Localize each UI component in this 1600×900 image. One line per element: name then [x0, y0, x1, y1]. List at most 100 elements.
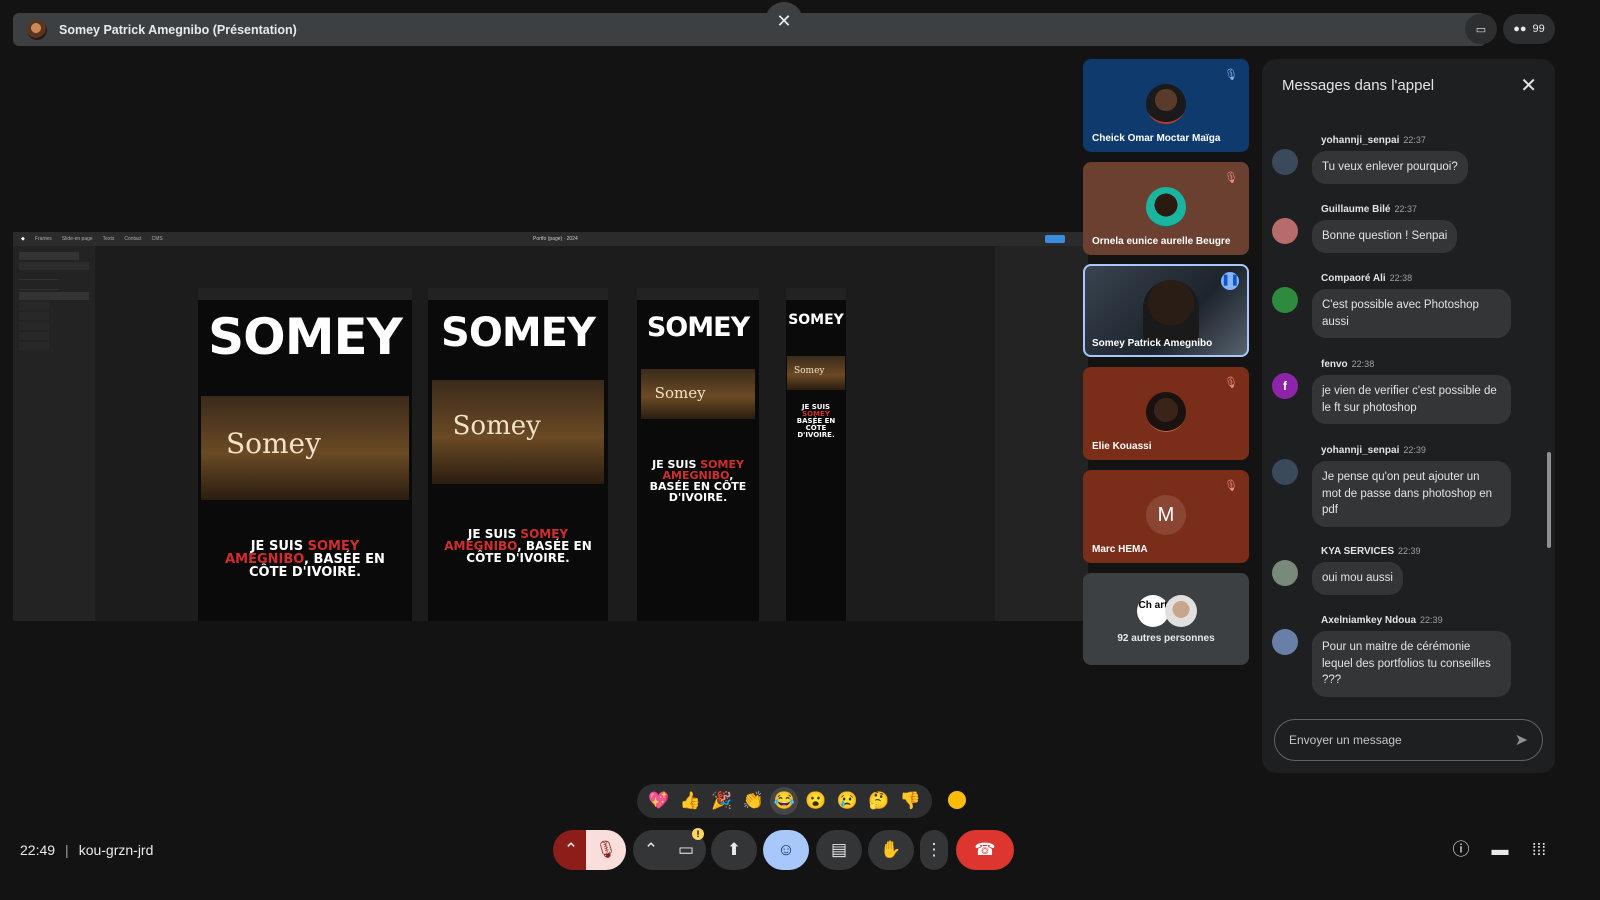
device-icon[interactable]: ▭	[1465, 14, 1497, 44]
user-avatar	[1272, 218, 1298, 244]
message-text: Je pense qu'on peut ajouter un mot de pa…	[1312, 461, 1511, 527]
raise-hand-button[interactable]: ✋	[868, 830, 914, 870]
mic-off-button[interactable]: 🎙	[586, 830, 626, 870]
leave-call-button[interactable]: ☎	[956, 830, 1014, 870]
message-time: 22:37	[1403, 135, 1426, 145]
close-icon[interactable]: ✕	[765, 2, 803, 40]
mockup-mobile-large: SOMEY Somey JE SUIS SOMEY AMEGNIBO, BASÉ…	[637, 288, 759, 621]
toolbar-item: CMS	[151, 236, 163, 242]
participant-name: Elie Kouassi	[1092, 441, 1152, 452]
participant-tile[interactable]: M 🎙 Marc HEMA	[1083, 470, 1249, 563]
mockup-hero-text: SOMEY	[208, 308, 403, 366]
participant-avatar: M	[1146, 495, 1186, 535]
message-time: 22:38	[1351, 359, 1375, 369]
mic-off-icon: 🎙	[1224, 480, 1238, 492]
user-avatar	[1272, 629, 1298, 655]
toolbar-item: Contact	[124, 236, 142, 242]
mockup-tagline: JE SUIS SOMEY BASÉE EN CÔTE D'IVOIRE.	[796, 403, 836, 439]
audio-options-chevron-icon[interactable]: ⌃	[553, 830, 589, 870]
party-reaction-icon[interactable]: 🎉	[708, 787, 736, 815]
message-time: 22:39	[1403, 445, 1426, 455]
figma-right-panel	[995, 246, 1088, 621]
presentation-bar: Somey Patrick Amegnibo (Présentation)	[13, 13, 1486, 46]
people-button[interactable]: ●● 99	[1503, 14, 1555, 44]
message-sender: yohannji_senpai	[1321, 445, 1400, 456]
sad-reaction-icon[interactable]: 😢	[833, 787, 861, 815]
laugh-reaction-icon[interactable]: 😂	[770, 787, 799, 815]
emoji-reactions-button[interactable]: ☺	[763, 830, 809, 870]
meeting-code: kou-grzn-jrd	[78, 842, 154, 858]
message-sender: yohannji_senpai	[1321, 135, 1400, 146]
heart-reaction-icon[interactable]: 💖	[645, 787, 673, 815]
message-text: Pour un maitre de cérémonie lequel des p…	[1312, 631, 1511, 697]
info-icon[interactable]: ⓘ	[1449, 838, 1473, 862]
mic-off-icon: 🎙	[1224, 69, 1238, 81]
mic-off-icon: 🎙	[1224, 172, 1238, 184]
mockup-mobile-small: SOMEY Somey JE SUIS SOMEY BASÉE EN CÔTE …	[786, 288, 846, 621]
chat-message-input[interactable]: Envoyer un message ➤	[1274, 719, 1543, 761]
mockup-photo: Somey	[787, 356, 845, 390]
mockup-photo: Somey	[201, 396, 409, 500]
meeting-time: 22:49	[20, 842, 56, 858]
toolbar-item: Frames	[34, 236, 52, 242]
camera-button[interactable]: ▭!	[666, 828, 706, 870]
send-icon[interactable]: ➤	[1515, 730, 1528, 750]
close-chat-icon[interactable]: ✕	[1520, 73, 1537, 98]
participant-tile[interactable]: 🎙 Elie Kouassi	[1083, 367, 1249, 460]
thinking-reaction-icon[interactable]: 🤔	[865, 787, 893, 815]
mockup-photo: Somey	[432, 380, 604, 484]
thumbs-down-reaction-icon[interactable]: 👎	[896, 787, 924, 815]
user-avatar	[1272, 459, 1298, 485]
presentation-title: Somey Patrick Amegnibo (Présentation)	[59, 22, 297, 37]
activities-grid-icon[interactable]: ⁞⁞⁞	[1527, 838, 1551, 862]
message-text: C'est possible avec Photoshop aussi	[1312, 289, 1511, 338]
mockup-photo-text: Somey	[793, 366, 825, 377]
surprised-reaction-icon[interactable]: 😮	[802, 787, 830, 815]
participant-tile[interactable]: 🎙 Cheick Omar Moctar Maïga	[1083, 59, 1249, 152]
skin-tone-icon[interactable]	[948, 791, 966, 809]
mockup-hero-text: SOMEY	[646, 312, 750, 343]
mockup-tagline: JE SUIS SOMEY AMEGNIBO, BASÉE EN CÔTE D'…	[444, 527, 592, 565]
thumbs-up-reaction-icon[interactable]: 👍	[676, 787, 704, 815]
message-sender: KYA SERVICES	[1321, 546, 1394, 557]
chat-icon[interactable]: ▬	[1488, 838, 1512, 862]
toolbar-item: Texts	[102, 236, 115, 242]
others-avatar	[1165, 595, 1197, 627]
more-options-icon[interactable]: ⋮	[920, 830, 948, 870]
mockup-hero-text: SOMEY	[441, 310, 596, 356]
clap-reaction-icon[interactable]: 👏	[739, 787, 767, 815]
chat-scrollbar[interactable]	[1547, 452, 1551, 548]
user-avatar: f	[1272, 373, 1298, 399]
toolbar-publish-button	[1045, 235, 1065, 243]
present-screen-button[interactable]: ⬆	[711, 830, 757, 870]
video-options-chevron-icon[interactable]: ⌃	[633, 830, 669, 870]
message-text: Bonne question ! Senpai	[1312, 220, 1458, 253]
participant-avatar	[1146, 84, 1186, 124]
meeting-info: 22:49 | kou-grzn-jrd	[20, 842, 153, 858]
people-count: 99	[1532, 23, 1545, 35]
toolbar-logo-icon: ◆	[21, 236, 25, 242]
others-tile[interactable]: Ch art 92 autres personnes	[1083, 573, 1249, 665]
shared-screen: ◆ Frames Slide-en page Texts Contact CMS…	[13, 232, 1088, 621]
participant-avatar	[1146, 187, 1186, 227]
participant-name: Marc HEMA	[1092, 544, 1148, 555]
participant-tile-speaking[interactable]: ❚❚ Somey Patrick Amegnibo	[1083, 264, 1249, 357]
speaking-indicator-icon: ❚❚	[1221, 272, 1239, 290]
mockup-photo: Somey	[641, 369, 755, 419]
message-sender: Guillaume Bilé	[1321, 204, 1391, 215]
message-text: oui mou aussi	[1312, 562, 1403, 595]
chat-panel: Messages dans l'appel ✕ yohannji_senpai 2…	[1262, 59, 1555, 773]
toolbar-title: Portfo (page) · 2024	[533, 236, 578, 242]
participant-tile[interactable]: 🎙 Ornela eunice aurelle Beugre	[1083, 162, 1249, 255]
mockup-photo-text: Somey	[654, 384, 706, 402]
captions-button[interactable]: ▤	[816, 830, 862, 870]
message-text: je vien de verifier c'est possible de le…	[1312, 375, 1511, 424]
mockup-tagline: JE SUIS SOMEY AMEGNIBO, BASÉE EN CÔTE D'…	[225, 539, 385, 580]
presenter-avatar	[27, 19, 47, 40]
participant-video	[1143, 280, 1199, 344]
mockup-desktop: SOMEY Somey JE SUIS SOMEY AMEGNIBO, BASÉ…	[198, 288, 412, 621]
message-sender: Compaoré Ali	[1321, 273, 1386, 284]
message-text: Tu veux enlever pourquoi?	[1312, 151, 1468, 184]
others-label: 92 autres personnes	[1117, 633, 1215, 644]
message-sender: Axelniamkey Ndoua	[1321, 615, 1417, 626]
